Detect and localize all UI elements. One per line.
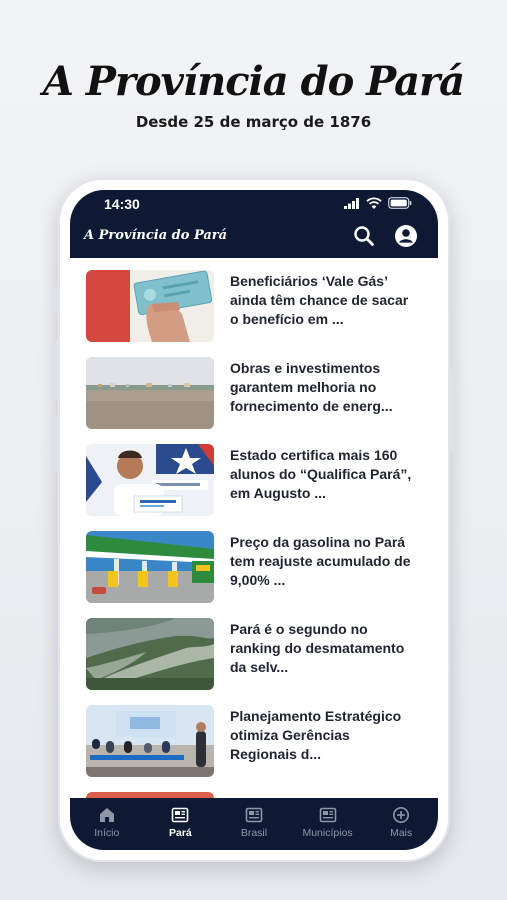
news-item[interactable]: Obras e investimentos garantem melhoria … — [86, 357, 422, 431]
news-icon — [172, 807, 189, 823]
search-icon[interactable] — [350, 222, 378, 250]
news-title: Beneficiários ‘Vale Gás’ ainda têm chanc… — [230, 273, 409, 327]
nav-label: Início — [94, 827, 120, 839]
nav-item-para[interactable]: Pará — [144, 798, 218, 850]
phone-power-button — [449, 368, 454, 452]
news-thumbnail — [86, 705, 214, 777]
app-bar: 14:30 A Província do Pará — [70, 190, 438, 258]
phone-frame: 14:30 A Província do Pará Beneficiários … — [54, 178, 454, 862]
nav-label: Mais — [390, 827, 413, 839]
news-item[interactable]: Estado certifica mais 160 alunos do “Qua… — [86, 444, 422, 518]
brand-logo: A Província do Pará — [42, 58, 465, 105]
brand-header: A Província do Pará Desde 25 de março de… — [0, 58, 507, 131]
news-thumbnail — [86, 618, 214, 690]
phone-side-button — [54, 414, 59, 472]
news-item[interactable]: Planejamento Estratégico otimiza Gerênci… — [86, 705, 422, 779]
nav-label: Municípios — [302, 827, 353, 839]
news-thumbnail — [86, 444, 214, 516]
battery-icon — [388, 197, 412, 209]
bottom-nav: Início Pará Brasil Municípios Mais — [70, 798, 438, 850]
news-item[interactable]: Preço da gasolina no Pará tem reajuste a… — [86, 531, 422, 605]
wifi-icon — [366, 197, 382, 209]
nav-item-inicio[interactable]: Início — [70, 798, 144, 850]
account-icon[interactable] — [392, 222, 420, 250]
signal-icon — [344, 198, 359, 209]
nav-label: Brasil — [240, 827, 268, 839]
news-title: Planejamento Estratégico otimiza Gerênci… — [230, 708, 402, 762]
news-thumbnail — [86, 270, 214, 342]
plus-circle-icon — [393, 807, 410, 823]
news-thumbnail — [86, 357, 214, 429]
status-icons — [344, 197, 412, 209]
status-bar: 14:30 — [70, 190, 438, 216]
phone-side-button — [54, 340, 59, 398]
brand-tagline: Desde 25 de março de 1876 — [135, 113, 372, 131]
news-item[interactable]: Beneficiários ‘Vale Gás’ ainda têm chanc… — [86, 270, 422, 344]
news-title: Obras e investimentos garantem melhoria … — [230, 360, 393, 414]
phone-screen: 14:30 A Província do Pará Beneficiários … — [70, 190, 438, 850]
news-item[interactable]: Pará é o segundo no ranking do desmatame… — [86, 618, 422, 692]
nav-item-brasil[interactable]: Brasil — [217, 798, 291, 850]
app-logo: A Província do Pará — [84, 228, 228, 243]
news-list[interactable]: Beneficiários ‘Vale Gás’ ainda têm chanc… — [70, 258, 438, 798]
status-time: 14:30 — [104, 196, 140, 212]
news-icon — [245, 807, 263, 823]
nav-item-mais[interactable]: Mais — [364, 798, 438, 850]
news-title: Pará é o segundo no ranking do desmatame… — [230, 621, 405, 675]
news-title: Preço da gasolina no Pará tem reajuste a… — [230, 534, 411, 588]
news-title: Estado certifica mais 160 alunos do “Qua… — [230, 447, 412, 501]
news-thumbnail — [86, 531, 214, 603]
nav-label: Pará — [169, 827, 192, 839]
phone-side-button — [54, 286, 59, 314]
toolbar: A Província do Pará — [70, 216, 438, 258]
home-icon — [99, 808, 114, 822]
news-icon — [319, 807, 336, 823]
nav-item-municipios[interactable]: Municípios — [291, 798, 365, 850]
